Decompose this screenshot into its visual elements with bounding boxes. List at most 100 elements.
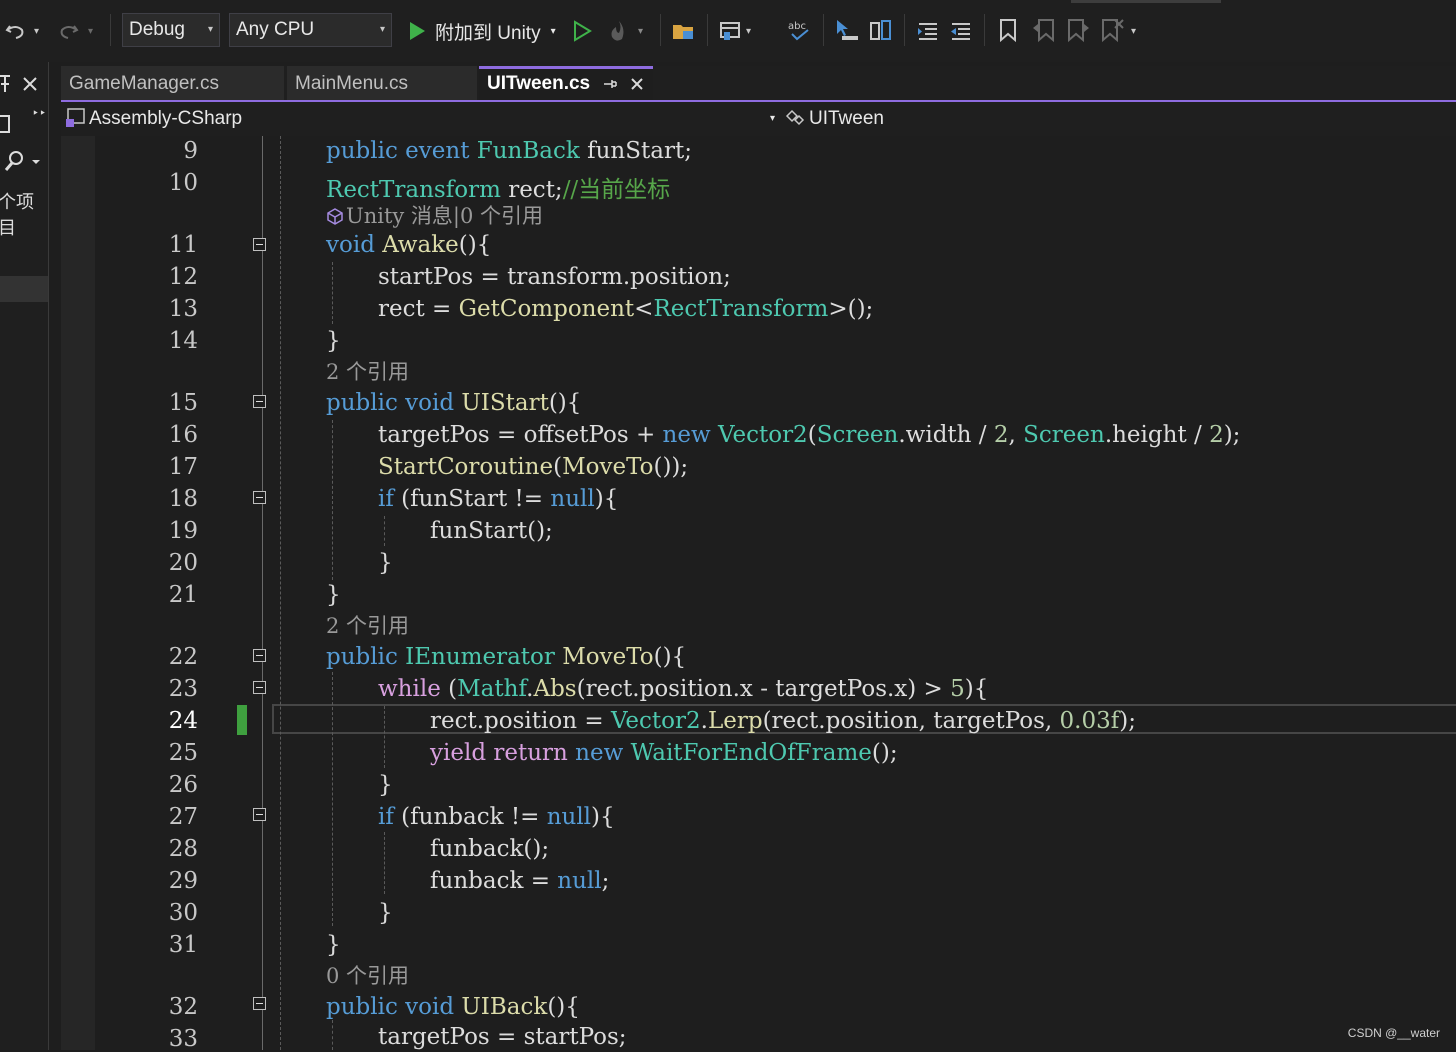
code-line-current[interactable]: rect.position = Vector2.Lerp(rect.positi… xyxy=(430,708,1136,734)
selected-row xyxy=(0,276,48,302)
collapse-region-button[interactable] xyxy=(253,395,266,408)
unity-cube-icon xyxy=(327,208,343,225)
code-line[interactable]: if (funStart != null){ xyxy=(378,486,618,512)
codelens[interactable]: 2 个引用 xyxy=(326,356,409,386)
code-line[interactable]: RectTransform rect;//当前坐标 xyxy=(326,170,670,204)
undo-dropdown-icon[interactable]: ▾ xyxy=(34,26,39,37)
code-token: Screen xyxy=(1023,422,1105,448)
code-line[interactable]: targetPos = startPos; xyxy=(378,1024,627,1050)
line-number: 32 xyxy=(168,994,198,1020)
code-line[interactable]: public void UIStart(){ xyxy=(326,390,581,416)
code-line[interactable]: } xyxy=(378,900,393,926)
code-line[interactable]: if (funback != null){ xyxy=(378,804,615,830)
next-bookmark-icon xyxy=(1068,19,1089,43)
clear-bookmarks-button[interactable]: ▾ xyxy=(1099,0,1136,62)
line-number: 30 xyxy=(168,900,198,926)
compare-button[interactable] xyxy=(868,0,894,62)
code-line[interactable]: while (Mathf.Abs(rect.position.x - targe… xyxy=(378,676,988,702)
tab-mainmenu[interactable]: MainMenu.cs xyxy=(287,66,477,100)
code-line[interactable]: funStart(); xyxy=(430,518,553,544)
attach-to-unity-button[interactable]: 附加到 Unity ▾ xyxy=(407,0,556,62)
code-line[interactable]: } xyxy=(378,772,393,798)
collapse-region-button[interactable] xyxy=(253,808,266,821)
start-without-debugging-button[interactable] xyxy=(572,0,592,62)
layout-button[interactable]: ▾ xyxy=(718,0,751,62)
code-line[interactable]: targetPos = offsetPos + new Vector2(Scre… xyxy=(378,422,1240,448)
code-editor[interactable] xyxy=(61,136,1456,1050)
code-line[interactable]: public void UIBack(){ xyxy=(326,994,580,1020)
code-token: (rect.position.x - targetPos.x) > xyxy=(576,676,951,702)
code-line[interactable]: } xyxy=(326,932,341,958)
spell-check-button[interactable]: abc xyxy=(786,0,814,62)
undo-button[interactable]: ▾ xyxy=(4,0,39,62)
pin-tab-icon[interactable] xyxy=(602,76,618,92)
overflow-icon[interactable]: ‣‣ xyxy=(32,106,46,120)
hot-reload-dropdown-icon[interactable]: ▾ xyxy=(638,26,643,37)
code-line[interactable]: } xyxy=(378,550,393,576)
redo-button[interactable]: ▾ xyxy=(58,0,93,62)
code-token: } xyxy=(326,932,341,958)
outdent-button[interactable] xyxy=(948,0,974,62)
collapse-all-icon[interactable] xyxy=(0,112,12,141)
code-line[interactable]: StartCoroutine(MoveTo()); xyxy=(378,454,688,480)
collapse-region-button[interactable] xyxy=(253,997,266,1010)
tab-uitween[interactable]: UITween.cs xyxy=(479,66,653,100)
code-line[interactable]: yield return new WaitForEndOfFrame(); xyxy=(430,740,898,766)
codelens[interactable]: 2 个引用 xyxy=(326,610,409,640)
code-line[interactable]: } xyxy=(326,328,341,354)
flame-icon xyxy=(611,21,624,41)
codelens[interactable]: Unity 消息|0 个引用 xyxy=(326,200,543,230)
indicator-margin xyxy=(61,136,95,1050)
code-token: targetPos = offsetPos + xyxy=(378,422,663,448)
code-line[interactable]: void Awake(){ xyxy=(326,232,491,258)
code-token: .width / xyxy=(898,422,994,448)
codelens[interactable]: 0 个引用 xyxy=(326,960,409,990)
open-folder-button[interactable] xyxy=(671,0,697,62)
collapse-region-button[interactable] xyxy=(253,491,266,504)
next-bookmark-button[interactable] xyxy=(1065,0,1091,62)
code-token: MoveTo xyxy=(562,644,654,670)
hot-reload-button[interactable]: ▾ xyxy=(606,0,643,62)
select-pointer-button[interactable] xyxy=(834,0,860,62)
redo-icon xyxy=(60,25,79,39)
previous-bookmark-button[interactable] xyxy=(1031,0,1057,62)
code-line[interactable]: funback(); xyxy=(430,836,549,862)
project-dropdown[interactable]: Assembly-CSharp ▾ xyxy=(65,104,775,134)
platform-select[interactable]: Any CPU ▾ xyxy=(229,13,392,47)
close-tab-icon[interactable] xyxy=(629,76,645,92)
editor-navigation-bar: Assembly-CSharp ▾ UITween xyxy=(61,100,1456,136)
indent-guide xyxy=(384,516,385,546)
redo-dropdown-icon[interactable]: ▾ xyxy=(88,26,93,37)
search-icon[interactable] xyxy=(4,150,44,179)
code-token: ; xyxy=(601,868,610,894)
collapse-region-button[interactable] xyxy=(253,649,266,662)
toolbar-divider xyxy=(660,14,661,46)
indent-button[interactable] xyxy=(915,0,941,62)
collapse-region-button[interactable] xyxy=(253,681,266,694)
chevron-down-icon: ▾ xyxy=(769,113,775,124)
code-token: funStart xyxy=(430,518,528,544)
code-token: Awake xyxy=(382,232,459,258)
tab-gamemanager[interactable]: GameManager.cs xyxy=(61,66,284,100)
code-token: void xyxy=(326,232,375,258)
configuration-select[interactable]: Debug ▾ xyxy=(122,13,220,47)
attach-dropdown-icon[interactable]: ▾ xyxy=(551,26,556,37)
close-panel-icon[interactable] xyxy=(22,76,38,97)
toolbar-overflow-icon[interactable]: ▾ xyxy=(1131,26,1136,37)
pin-icon[interactable] xyxy=(0,74,12,99)
code-line[interactable]: public event FunBack funStart; xyxy=(326,138,692,164)
code-line[interactable]: } xyxy=(326,582,341,608)
project-icon xyxy=(66,108,85,127)
platform-value: Any CPU xyxy=(236,19,315,40)
tab-label: MainMenu.cs xyxy=(295,73,408,94)
toggle-bookmark-button[interactable] xyxy=(997,0,1019,62)
layout-dropdown-icon[interactable]: ▾ xyxy=(746,26,751,37)
spell-check-icon: abc xyxy=(788,21,809,41)
collapse-region-button[interactable] xyxy=(253,238,266,251)
class-dropdown[interactable]: UITween xyxy=(783,104,1183,134)
code-line[interactable]: public IEnumerator MoveTo(){ xyxy=(326,644,686,670)
code-line[interactable]: startPos = transform.position; xyxy=(378,264,731,290)
code-token: < xyxy=(634,296,654,322)
code-line[interactable]: funback = null; xyxy=(430,868,609,894)
code-line[interactable]: rect = GetComponent<RectTransform>(); xyxy=(378,296,873,322)
